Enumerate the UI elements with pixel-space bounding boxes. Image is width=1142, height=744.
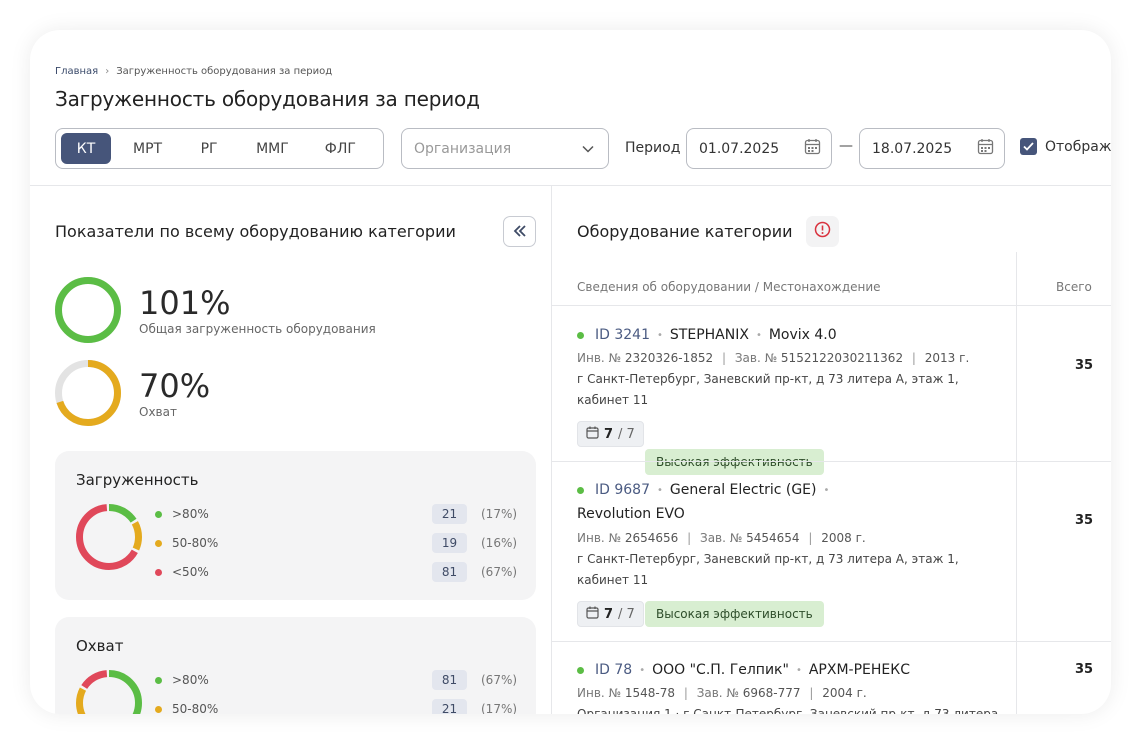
modality-tab-kt[interactable]: КТ [61, 133, 111, 164]
calendar-icon[interactable] [804, 138, 821, 159]
chevron-right-icon: › [105, 66, 110, 77]
calendar-icon[interactable] [977, 138, 994, 159]
organization-select[interactable]: Организация [401, 128, 609, 169]
modality-tab-mmg[interactable]: ММГ [242, 133, 303, 164]
double-chevron-left-icon [513, 222, 527, 241]
equipment-id[interactable]: ID 78 [595, 662, 632, 678]
equipment-model: АРХМ-РЕНЕКС [808, 662, 910, 678]
column-header-info[interactable]: Сведения об оборудовании / Местонахожден… [577, 280, 881, 294]
alert-circle-icon [814, 221, 831, 242]
equipment-maker: ООО "С.П. Гелпик" [652, 662, 789, 678]
load-distribution-panel: Загруженность >80% 21 (17%) 50-80% 19 (1… [55, 451, 536, 600]
table-row[interactable]: ID 3241 • STEPHANIX • Movix 4.0 Инв. № 2… [552, 306, 1111, 475]
equipment-id[interactable]: ID 9687 [595, 482, 650, 498]
load-legend-mid: 50-80% 19 (16%) [155, 533, 517, 553]
equipment-id[interactable]: ID 3241 [595, 327, 650, 343]
row-total: 35 [1075, 513, 1094, 528]
metric-total-load: 101% Общая загруженность оборудования [54, 276, 376, 344]
info-button[interactable] [806, 216, 839, 247]
efficiency-badge: Высокая эффективность [645, 601, 824, 627]
modality-tab-flg[interactable]: ФЛГ [311, 133, 370, 164]
load-legend-high: >80% 21 (17%) [155, 504, 517, 524]
collapse-panel-button[interactable] [503, 216, 536, 247]
organization-select-placeholder: Организация [414, 140, 512, 157]
period-label: Период [625, 140, 681, 156]
equipment-numbers: Инв. № 1548-78 | Зав. № 6968-777 | 2004 … [577, 686, 867, 700]
date-to-input[interactable]: 18.07.2025 [859, 128, 1005, 169]
load-legend-low: <50% 81 (67%) [155, 562, 517, 582]
equipment-model: Revolution EVO [577, 506, 685, 522]
row-total: 35 [1075, 662, 1094, 677]
coverage-donut [76, 670, 142, 714]
date-from-value: 01.07.2025 [699, 140, 780, 157]
chevron-down-icon [582, 141, 594, 157]
table-row[interactable]: ID 9687 • General Electric (GE) • Revolu… [552, 461, 1111, 642]
total-load-label: Общая загруженность оборудования [139, 321, 376, 336]
days-badge: 7 / 7 [577, 601, 644, 627]
main-card: Главная › Загруженность оборудования за … [30, 30, 1111, 714]
breadcrumb-home-link[interactable]: Главная [55, 66, 98, 77]
coverage-distribution-panel: Охват >80% 81 (67%) 50-80% 21 (17%) [55, 617, 536, 714]
equipment-maker: STEPHANIX [669, 327, 749, 343]
equipment-model: Movix 4.0 [768, 327, 837, 343]
equipment-title: ID 78 • ООО "С.П. Гелпик" • АРХМ-РЕНЕКС [577, 662, 910, 678]
green-dot-icon [155, 676, 162, 684]
status-active-dot-icon [577, 486, 584, 494]
green-dot-icon [155, 510, 162, 518]
display-checkbox-label: Отображ [1045, 138, 1111, 155]
left-panel-title: Показатели по всему оборудованию категор… [55, 222, 456, 241]
equipment-title: ID 3241 • STEPHANIX • Movix 4.0 [577, 327, 837, 343]
calendar-icon [586, 426, 599, 443]
checkbox-checked-icon[interactable] [1020, 138, 1037, 155]
coverage-panel-title: Охват [76, 637, 124, 655]
row-total: 35 [1075, 358, 1094, 373]
coverage-value: 70% [139, 366, 211, 405]
calendar-icon [586, 606, 599, 623]
status-active-dot-icon [577, 331, 584, 339]
status-active-dot-icon [577, 666, 584, 674]
modality-tab-rg[interactable]: РГ [184, 133, 234, 164]
equipment-address: Организация 1 · г Санкт-Петербург, Занев… [577, 707, 999, 714]
display-checkbox[interactable]: Отображ [1020, 138, 1111, 155]
yellow-dot-icon [155, 539, 162, 547]
equipment-numbers: Инв. № 2320326-1852 | Зав. № 51521220302… [577, 351, 970, 365]
coverage-label: Охват [139, 404, 177, 419]
table-row[interactable]: ID 78 • ООО "С.П. Гелпик" • АРХМ-РЕНЕКС … [552, 641, 1111, 714]
period-dash: — [839, 138, 853, 154]
yellow-dot-icon [155, 705, 162, 713]
coverage-legend-high: >80% 81 (67%) [155, 670, 517, 690]
load-donut [76, 504, 142, 570]
page-title: Загруженность оборудования за период [55, 87, 480, 111]
equipment-address: г Санкт-Петербург, Заневский пр-кт, д 73… [577, 552, 959, 587]
equipment-title: ID 9687 • General Electric (GE) • [577, 482, 836, 498]
date-from-input[interactable]: 01.07.2025 [686, 128, 832, 169]
days-badge: 7 / 7 [577, 421, 644, 447]
coverage-ring [55, 360, 121, 426]
red-dot-icon [155, 568, 162, 576]
metric-coverage: 70% Охват [54, 359, 210, 427]
load-panel-title: Загруженность [76, 471, 199, 489]
header-divider [30, 185, 1111, 186]
equipment-numbers: Инв. № 2654656 | Зав. № 5454654 | 2008 г… [577, 531, 866, 545]
modality-tab-mrt[interactable]: МРТ [119, 133, 176, 164]
total-load-ring [55, 277, 121, 343]
modality-switch: КТ МРТ РГ ММГ ФЛГ [55, 128, 384, 169]
coverage-legend-mid: 50-80% 21 (17%) [155, 699, 517, 714]
column-header-total[interactable]: Всего [1056, 280, 1092, 294]
breadcrumb-current: Загруженность оборудования за период [116, 66, 333, 77]
date-to-value: 18.07.2025 [872, 140, 953, 157]
equipment-maker: General Electric (GE) [669, 482, 817, 498]
right-panel-title: Оборудование категории [577, 222, 793, 241]
total-load-value: 101% [139, 283, 231, 322]
breadcrumb: Главная › Загруженность оборудования за … [55, 66, 332, 77]
equipment-address: г Санкт-Петербург, Заневский пр-кт, д 73… [577, 372, 959, 407]
